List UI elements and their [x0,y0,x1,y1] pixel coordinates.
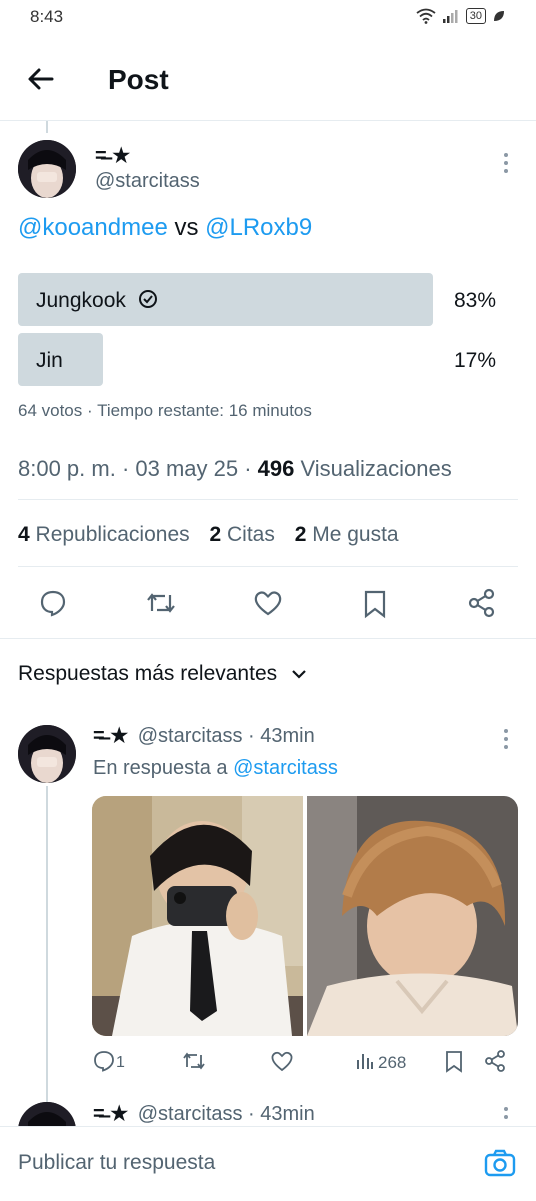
divider [0,638,536,639]
poll-option-percent: 83% [453,289,496,312]
mention-link[interactable]: @starcitass [233,757,338,779]
battery-icon: 30 [465,8,486,24]
like-icon[interactable] [270,1050,294,1072]
thread-connector [46,786,48,1108]
reply-meta[interactable]: @starcitass · 43min [138,725,315,747]
handle[interactable]: @starcitass [95,170,200,193]
mention-link[interactable]: @LRoxb9 [205,214,312,241]
bookmark-icon[interactable] [444,1050,464,1074]
divider [18,566,518,567]
display-name[interactable]: =̶ ★ [93,725,128,747]
poll-meta: 64 votos · Tiempo restante: 16 minutos [18,401,312,420]
status-icons: 30 [416,8,506,24]
reply-meta[interactable]: @starcitass · 43min [138,1103,315,1125]
views-count: 496 [257,456,295,481]
status-time: 8:43 [30,7,64,26]
bookmark-icon[interactable] [363,589,387,619]
avatar[interactable] [18,140,76,198]
reply-icon[interactable] [93,1050,115,1072]
replies-sort-dropdown[interactable]: Respuestas más relevantes [18,662,307,686]
quotes-stat[interactable]: 2 Citas [209,523,274,546]
reply-composer: Publicar tu respuesta [0,1126,536,1201]
in-reply-to: En respuesta a @starcitass [93,757,338,779]
share-icon[interactable] [484,1049,506,1073]
display-name[interactable]: =̶ ★ [95,143,130,168]
avatar[interactable] [18,725,76,783]
post-stats: 4 Republicaciones 2 Citas 2 Me gusta [18,523,399,547]
camera-icon[interactable] [484,1149,516,1177]
post-timestamp: 8:00 p. m. · 03 may 25 · 496 Visualizaci… [18,456,452,481]
back-arrow-icon[interactable] [26,64,56,94]
reposts-stat[interactable]: 4 Republicaciones [18,523,190,546]
repost-icon[interactable] [181,1050,207,1072]
poll-option-label: Jungkook [36,289,158,313]
poll-option-label: Jin [36,349,63,372]
wifi-icon [416,8,436,24]
repost-icon[interactable] [145,589,177,617]
sort-label: Respuestas más relevantes [18,662,278,685]
reply-input[interactable]: Publicar tu respuesta [18,1151,215,1175]
post-text: @kooandmee vs @LRoxb9 [18,214,312,242]
page-title: Post [108,64,169,95]
leaf-icon [494,11,504,21]
more-options-icon[interactable] [500,152,512,174]
mention-link[interactable]: @kooandmee [18,214,168,241]
like-icon[interactable] [253,589,283,617]
header: Post [0,40,536,121]
post-text-vs: vs [167,214,206,241]
more-options-icon[interactable] [500,1106,512,1126]
share-icon[interactable] [468,588,496,618]
signal-icon [442,10,458,23]
more-options-icon[interactable] [500,728,512,750]
reply-header: =̶ ★ @starcitass · 43min [93,723,315,748]
check-circle-icon [138,290,157,308]
poll-option-percent: 17% [453,349,496,372]
reply-count: 1 [116,1054,125,1071]
reply-header: =̶ ★ @starcitass · 43min [93,1101,315,1126]
photo-1[interactable] [92,796,303,1036]
likes-stat[interactable]: 2 Me gusta [295,523,399,546]
views-icon[interactable] [356,1052,374,1070]
views-count: 268 [378,1053,407,1072]
divider [18,499,518,500]
display-name[interactable]: =̶ ★ [93,1103,128,1125]
reply-icon[interactable] [39,589,67,617]
thread-connector [46,121,48,133]
status-bar: 8:43 30 [0,0,536,36]
photo-2[interactable] [307,796,518,1036]
chevron-down-icon [292,670,306,679]
